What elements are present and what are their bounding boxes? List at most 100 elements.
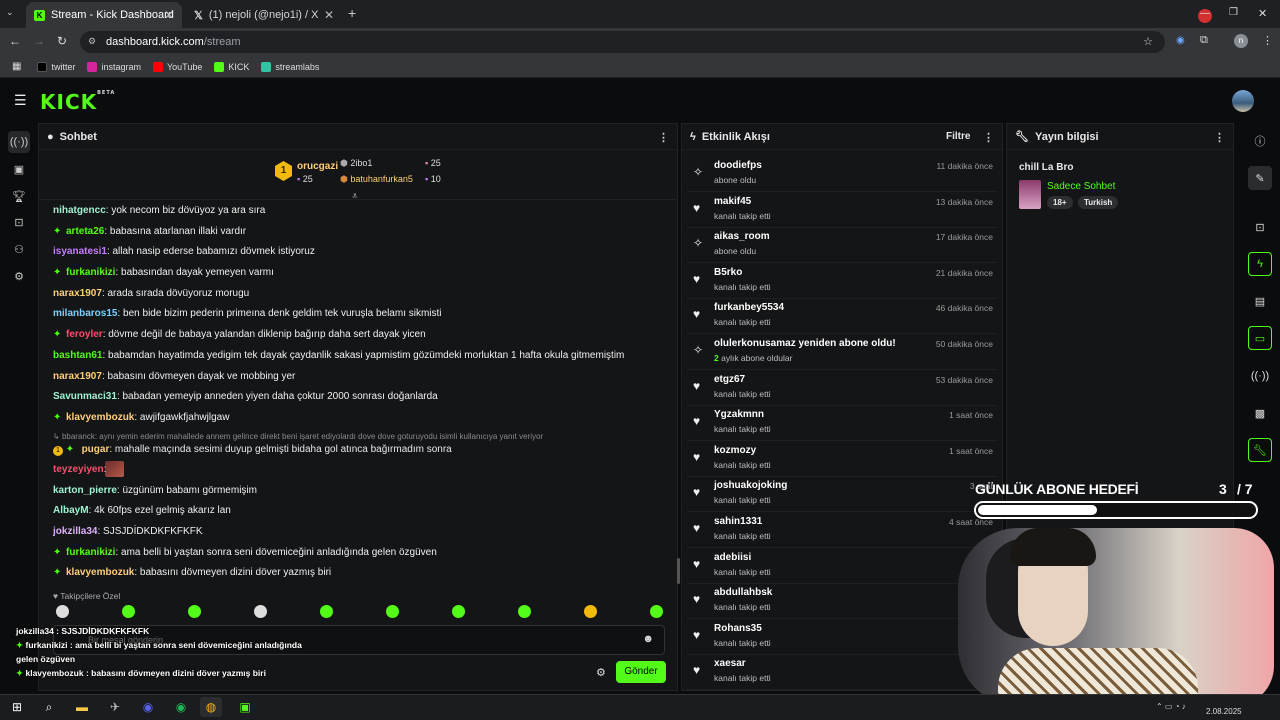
- chat-username[interactable]: furkanikizi: [66, 547, 115, 558]
- activity-options-icon[interactable]: ⋮: [983, 131, 994, 144]
- chat-username[interactable]: narax1907: [53, 288, 102, 299]
- rail-media-icon[interactable]: ▩: [1248, 401, 1272, 425]
- activity-event[interactable]: ✧ aikas_room abone oldu 17 dakika önce: [687, 227, 997, 264]
- emote-icon[interactable]: [188, 605, 201, 618]
- leaderboard-second[interactable]: ⬢ 2ibo1: [340, 158, 372, 169]
- kick-logo[interactable]: KICKBETA: [40, 90, 115, 114]
- activity-event[interactable]: ♥ furkanbey5534 kanalı takip etti 46 dakika…: [687, 298, 997, 335]
- reload-icon[interactable]: ↻: [57, 34, 67, 48]
- chat-settings-icon[interactable]: ⚙: [596, 666, 606, 679]
- emote-icon[interactable]: [452, 605, 465, 618]
- activity-event[interactable]: ♥ makif45 kanalı takip etti 13 dakika önce: [687, 192, 997, 228]
- tab-x-profile[interactable]: 𝕏 (1) nejoli (@nejo1i) / X ✕: [186, 2, 342, 28]
- chat-username[interactable]: jokzilla34: [53, 526, 97, 537]
- search-icon[interactable]: ⌕: [38, 697, 60, 717]
- bookmark-twitter[interactable]: twitter: [37, 61, 75, 72]
- activity-event[interactable]: ✧ olulerkonusamaz yeniden abone oldu! 2 ay…: [687, 334, 997, 370]
- windows-start-icon[interactable]: ⊞: [6, 697, 28, 717]
- bookmark-youtube[interactable]: YouTube: [152, 61, 202, 72]
- category-name[interactable]: Sadece Sohbet: [1047, 181, 1115, 192]
- rail-trophy-icon[interactable]: 🏆︎: [8, 185, 30, 207]
- close-tab-icon[interactable]: ✕: [164, 8, 174, 22]
- bookmark-instagram[interactable]: instagram: [87, 61, 141, 72]
- spotify-icon[interactable]: ◉: [170, 697, 192, 717]
- emote-icon[interactable]: [320, 605, 333, 618]
- close-window-icon[interactable]: ✕: [1258, 7, 1267, 20]
- rail-document-icon[interactable]: ▤: [1248, 289, 1272, 313]
- emote-icon[interactable]: [386, 605, 399, 618]
- activity-event[interactable]: ♥ etgz67 kanalı takip etti 53 dakika önce: [687, 370, 997, 406]
- back-icon[interactable]: ←: [9, 34, 21, 48]
- user-avatar[interactable]: [1232, 90, 1254, 112]
- chat-options-icon[interactable]: ⋮: [658, 131, 669, 144]
- minimize-icon[interactable]: —: [1200, 8, 1210, 19]
- close-tab-icon[interactable]: ✕: [324, 8, 334, 22]
- rail-settings-icon[interactable]: ⚙: [8, 265, 30, 287]
- chat-username[interactable]: pugar: [82, 444, 110, 455]
- rail-capture-icon[interactable]: ⊡: [1248, 215, 1272, 239]
- rail-info-icon[interactable]: ⓘ: [1248, 129, 1272, 153]
- emoji-icon[interactable]: ☻: [642, 633, 654, 645]
- apps-grid-icon[interactable]: ▦: [12, 61, 21, 72]
- rail-lightning-icon[interactable]: ϟ: [1248, 252, 1272, 276]
- activity-event[interactable]: ♥ sahin1331 kanalı takip etti 4 saat önce: [687, 512, 997, 548]
- chat-username[interactable]: furkanikizi: [66, 267, 115, 278]
- leaderboard-top-name[interactable]: orucgazi: [297, 161, 338, 172]
- chat-username[interactable]: klavyembozuk: [66, 412, 134, 423]
- chat-username[interactable]: teyzeyiyen: [53, 464, 104, 475]
- chat-username[interactable]: milanbaros15: [53, 308, 117, 319]
- rail-broadcast-icon[interactable]: ((·)): [1248, 364, 1272, 388]
- activity-event[interactable]: ♥xaesarkanalı takip etti12: [687, 654, 997, 691]
- extension-icon[interactable]: ◉: [1176, 35, 1185, 46]
- site-info-icon[interactable]: ⚙: [88, 36, 96, 47]
- chat-username[interactable]: feroyler: [66, 329, 103, 340]
- chat-username[interactable]: klavyembozuk: [66, 567, 134, 578]
- emote-icon[interactable]: [254, 605, 267, 618]
- chat-scrollbar[interactable]: [677, 558, 680, 584]
- extensions-puzzle-icon[interactable]: ⧉: [1200, 34, 1208, 47]
- category-thumbnail[interactable]: [1019, 180, 1041, 209]
- rail-tools-icon[interactable]: 🔧︎: [1248, 438, 1272, 462]
- chat-username[interactable]: arteta26: [66, 226, 104, 237]
- emote-icon[interactable]: [56, 605, 69, 618]
- activity-event[interactable]: ♥Rohans35kanalı takip etti9: [687, 619, 997, 655]
- rail-chat-icon[interactable]: ▭: [1248, 326, 1272, 350]
- activity-event[interactable]: ♥ Ygzakmnn kanalı takip etti 1 saat önce: [687, 405, 997, 442]
- leaderboard-third[interactable]: ⬢ batuhanfurkan5: [340, 174, 413, 185]
- emote-icon[interactable]: [518, 605, 531, 618]
- activity-event[interactable]: ♥ joshuakojoking kanalı takip etti 3 saat: [687, 476, 997, 513]
- kick-studio-icon[interactable]: ▣: [234, 697, 256, 717]
- bookmark-kick[interactable]: KICK: [214, 61, 249, 72]
- rail-dashboard-icon[interactable]: ▣: [8, 158, 30, 180]
- activity-event[interactable]: ✧ doodiefps abone oldu 11 dakika önce: [687, 156, 997, 192]
- stream-info-options-icon[interactable]: ⋮: [1214, 131, 1225, 144]
- chat-username[interactable]: Savunmaci31: [53, 391, 117, 402]
- bookmark-star-icon[interactable]: ☆: [1143, 35, 1153, 48]
- address-bar[interactable]: ⚙ dashboard.kick.com /stream ☆: [80, 31, 1165, 53]
- bookmark-streamlabs[interactable]: streamlabs: [261, 61, 319, 72]
- emote-icon[interactable]: [584, 605, 597, 618]
- rail-stream-icon[interactable]: ((·)): [8, 131, 30, 153]
- activity-event[interactable]: ♥adebiisikanalı takip etti5: [687, 548, 997, 584]
- send-button[interactable]: Gönder: [616, 661, 666, 683]
- activity-event[interactable]: ♥ B5rko kanalı takip etti 21 dakika önce: [687, 263, 997, 299]
- chat-username[interactable]: nihatgencc: [53, 205, 106, 216]
- filter-button[interactable]: Filtre: [946, 131, 970, 142]
- chrome-icon[interactable]: ◍: [200, 697, 222, 717]
- profile-avatar[interactable]: n: [1234, 34, 1248, 48]
- activity-event[interactable]: ♥abdullahbskkanalı takip etti9: [687, 583, 997, 620]
- file-explorer-icon[interactable]: ▬: [71, 697, 93, 717]
- discord-icon[interactable]: ◉: [137, 697, 159, 717]
- chat-username[interactable]: karton_pierre: [53, 485, 117, 496]
- app-icon[interactable]: ✈: [104, 697, 126, 717]
- emote-icon[interactable]: [650, 605, 663, 618]
- new-tab-icon[interactable]: +: [348, 5, 356, 21]
- forward-icon[interactable]: →: [33, 34, 45, 48]
- tab-kick-dashboard[interactable]: K Stream - Kick Dashboard ✕: [26, 2, 182, 28]
- chat-username[interactable]: AlbayM: [53, 505, 89, 516]
- leaderboard-expand-icon[interactable]: ⩡: [352, 191, 358, 202]
- browser-menu-icon[interactable]: ⋮: [1262, 34, 1273, 47]
- rail-users-icon[interactable]: ⚇: [8, 238, 30, 260]
- rail-edit-icon[interactable]: ✎: [1248, 166, 1272, 190]
- chat-username[interactable]: bashtan61: [53, 350, 102, 361]
